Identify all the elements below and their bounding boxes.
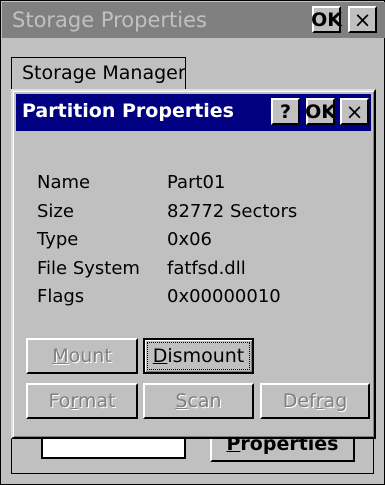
file-system-value: fatfsd.dll <box>167 258 246 279</box>
dialog-title-bar: Partition Properties ? OK × <box>16 94 371 131</box>
storage-properties-window: Storage Properties OK × Storage Manager … <box>0 0 385 485</box>
flags-value: 0x00000010 <box>167 286 281 307</box>
defrag-button[interactable]: Defrag <box>260 383 370 419</box>
file-system-label: File System <box>37 258 140 279</box>
dialog-close-button[interactable]: × <box>340 98 369 125</box>
mount-label: Mount <box>52 345 112 367</box>
outer-title-bar: Storage Properties OK × <box>2 2 385 38</box>
help-button[interactable]: ? <box>271 98 300 125</box>
outer-close-button[interactable]: × <box>348 6 377 33</box>
scan-label: Scan <box>175 390 222 412</box>
defrag-label: Defrag <box>282 390 348 412</box>
size-label: Size <box>37 201 74 222</box>
tab-label: Storage Manager <box>22 62 186 84</box>
dismount-button[interactable]: Dismount <box>143 338 254 374</box>
type-value: 0x06 <box>167 229 213 250</box>
size-value: 82772 Sectors <box>167 201 298 222</box>
partition-properties-dialog: Partition Properties ? OK × Name Part01 … <box>11 89 376 439</box>
dialog-title: Partition Properties <box>22 100 234 122</box>
flags-label: Flags <box>37 286 85 307</box>
format-button[interactable]: Format <box>26 383 138 419</box>
tab-storage-manager[interactable]: Storage Manager <box>11 57 186 90</box>
scan-button[interactable]: Scan <box>143 383 254 419</box>
dialog-ok-button[interactable]: OK <box>305 98 336 125</box>
outer-window-title: Storage Properties <box>12 8 207 32</box>
type-label: Type <box>37 229 79 250</box>
format-label: Format <box>48 390 116 412</box>
dismount-label: Dismount <box>152 345 245 367</box>
name-label: Name <box>37 172 91 193</box>
mount-button[interactable]: Mount <box>26 338 138 374</box>
outer-ok-button[interactable]: OK <box>311 6 342 33</box>
name-value: Part01 <box>167 172 226 193</box>
